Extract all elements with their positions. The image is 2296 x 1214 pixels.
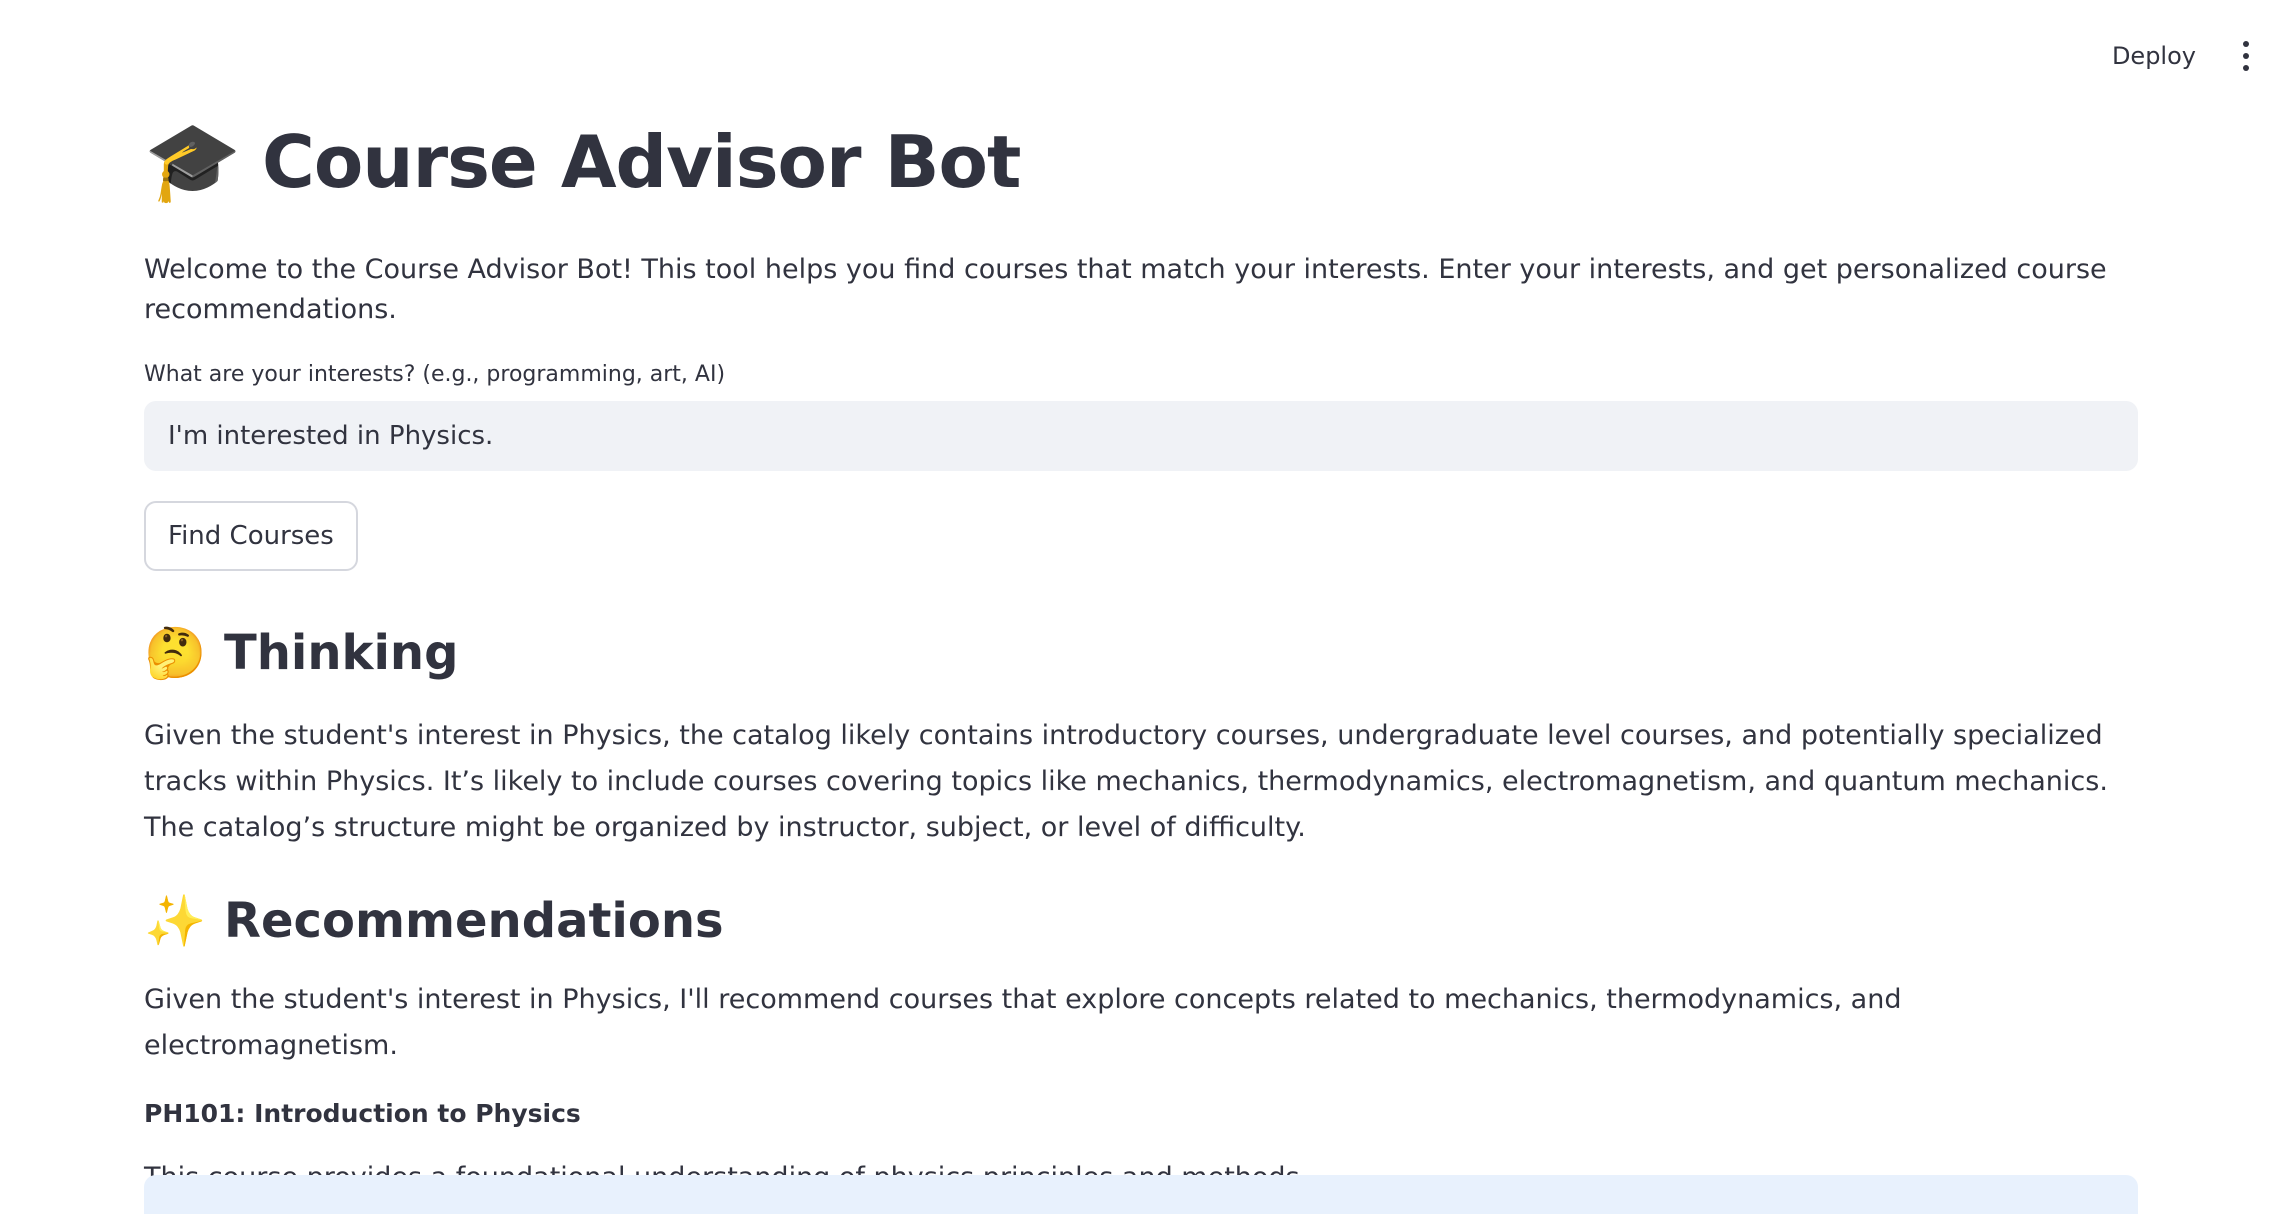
graduation-cap-icon: 🎓 [144, 117, 242, 207]
course-title: PH101: Introduction to Physics [144, 1099, 581, 1128]
recommendations-heading: ✨ Recommendations [144, 891, 2138, 951]
thinking-face-icon: 🤔 [144, 624, 207, 682]
title-row: 🎓 Course Advisor Bot [144, 100, 2138, 224]
page-title: Course Advisor Bot [262, 120, 1021, 204]
sparkles-icon: ✨ [144, 892, 207, 950]
intro-text: Welcome to the Course Advisor Bot! This … [144, 254, 2107, 325]
app-page: Deploy 🎓 Course Advisor Bot Welcome to t… [0, 0, 2296, 1214]
recommendations-title: Recommendations [224, 893, 724, 949]
vertical-ellipsis-icon[interactable] [2236, 36, 2256, 76]
info-box [144, 1175, 2138, 1214]
thinking-heading: 🤔 Thinking [144, 623, 2138, 683]
find-courses-button[interactable]: Find Courses [144, 501, 358, 571]
thinking-title: Thinking [224, 625, 459, 681]
recommendations-intro: Given the student's interest in Physics,… [144, 984, 1902, 1061]
top-toolbar: Deploy [2100, 34, 2256, 78]
thinking-text: Given the student's interest in Physics,… [144, 720, 2108, 843]
interests-input-label: What are your interests? (e.g., programm… [144, 362, 726, 387]
interests-input[interactable]: I'm interested in Physics. [144, 401, 2138, 471]
deploy-button[interactable]: Deploy [2100, 34, 2208, 78]
main-content: 🎓 Course Advisor Bot Welcome to the Cour… [144, 100, 2138, 1193]
